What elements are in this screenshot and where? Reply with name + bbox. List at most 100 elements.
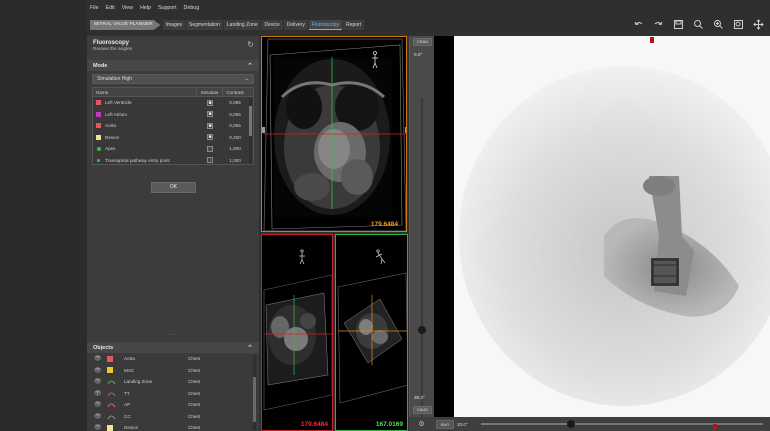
curve-icon xyxy=(107,380,116,385)
row-name-cell: Device xyxy=(93,134,197,140)
object-region: Chest xyxy=(188,379,201,385)
caud-button[interactable]: CAUD xyxy=(413,406,432,414)
angle-controls: CRAN 0.0° 38.3° CAUD xyxy=(409,36,434,431)
row-contrast[interactable]: 1,000 xyxy=(223,158,247,163)
row-name: Aorta xyxy=(105,123,116,129)
tab-fluoroscopy[interactable]: Fluoroscopy xyxy=(308,20,343,30)
visibility-eye-icon[interactable]: 👁 xyxy=(94,378,104,385)
fluoroscopy-image[interactable] xyxy=(454,36,770,417)
table-row[interactable]: Apex 1,000 xyxy=(93,143,253,155)
table-row[interactable]: Device ■ 0,250 xyxy=(93,132,253,144)
zoom-fit-icon[interactable] xyxy=(733,19,744,30)
panel-title: Fluoroscopy xyxy=(93,40,130,46)
fluoro-bottom-bar: ⚙ RAO 33.0° xyxy=(409,417,770,431)
objects-section-header[interactable]: Objects ⌃ xyxy=(87,342,259,353)
simulate-checkbox[interactable]: ■ xyxy=(207,99,213,106)
menu-help[interactable]: Help xyxy=(140,5,151,11)
table-row[interactable]: Left Ventricle ■ 0,065 xyxy=(93,97,253,109)
workflow-bar: MITRAL VALVE PLANNER Images Segmentation… xyxy=(87,16,770,34)
list-item[interactable]: 👁 MAC Chest xyxy=(87,365,259,377)
zoom-icon[interactable] xyxy=(693,19,704,30)
slider-handle[interactable] xyxy=(567,420,575,428)
rotation-slider[interactable] xyxy=(477,417,767,431)
scrollbar-thumb[interactable] xyxy=(249,106,252,136)
list-item[interactable]: 👁 Device Chest xyxy=(87,422,259,431)
menu-view[interactable]: View xyxy=(122,5,133,11)
tab-images[interactable]: Images xyxy=(162,20,186,30)
collapse-icon[interactable]: ⌃ xyxy=(247,62,253,70)
visibility-eye-icon[interactable]: 👁 xyxy=(94,367,104,374)
mode-dropdown[interactable]: Simulation High ⌄ xyxy=(92,74,254,84)
scrollbar-thumb[interactable] xyxy=(253,377,256,422)
angle-slider-track[interactable] xyxy=(421,98,423,418)
mode-section-label: Mode xyxy=(93,62,108,69)
slider-track[interactable] xyxy=(481,423,763,425)
tab-device[interactable]: Device xyxy=(261,20,283,30)
undo-icon[interactable] xyxy=(633,19,644,30)
panel-subtitle: Review the angles xyxy=(93,47,133,52)
row-contrast[interactable]: 0,065 xyxy=(223,112,247,117)
collapse-icon[interactable]: ⌃ xyxy=(247,344,253,352)
simulate-checkbox[interactable] xyxy=(207,145,213,152)
row-name-cell: Left Ventricle xyxy=(93,100,197,106)
object-color xyxy=(107,390,121,397)
ct-viewport-top[interactable]: 179.6484 xyxy=(261,36,407,232)
tab-landing-zone[interactable]: Landing Zone xyxy=(223,20,261,30)
row-contrast[interactable]: 0,065 xyxy=(223,123,247,128)
simulate-checkbox[interactable]: ■ xyxy=(207,134,213,141)
menu-edit[interactable]: Edit xyxy=(106,5,115,11)
redo-icon[interactable] xyxy=(653,19,664,30)
list-item[interactable]: 👁 AP Chest xyxy=(87,399,259,411)
panel-splitter[interactable]: ..... xyxy=(87,332,259,337)
rao-button[interactable]: RAO xyxy=(436,419,454,429)
list-item[interactable]: 👁 TT Chest xyxy=(87,388,259,400)
mode-section-header[interactable]: Mode ⌃ xyxy=(87,60,259,71)
fluoroscopy-panel: Fluoroscopy Review the angles ↻ Mode ⌃ S… xyxy=(87,36,259,431)
move-icon[interactable] xyxy=(753,19,764,30)
table-row[interactable]: Left Atrium ■ 0,065 xyxy=(93,109,253,121)
tab-delivery[interactable]: Delivery xyxy=(283,20,308,30)
simulate-checkbox[interactable]: ■ xyxy=(207,122,213,129)
ct-slice-image xyxy=(263,249,332,411)
menu-support[interactable]: Support xyxy=(158,5,177,11)
list-item[interactable]: 👁 CC Chest xyxy=(87,411,259,423)
ct-viewport-bottom-right[interactable]: 167.0169 xyxy=(335,234,408,431)
objects-scrollbar[interactable] xyxy=(253,355,256,430)
angle-slider-handle[interactable] xyxy=(418,326,426,334)
row-contrast[interactable]: 0,065 xyxy=(223,100,247,105)
object-name: TT xyxy=(124,390,130,396)
object-region: Chest xyxy=(188,425,201,431)
visibility-eye-icon[interactable]: 👁 xyxy=(94,355,104,362)
list-item[interactable]: 👁 Aorta Chest xyxy=(87,353,259,365)
simulate-checkbox[interactable]: ■ xyxy=(207,111,213,118)
ct-viewport-bottom-left[interactable]: 179.6484 xyxy=(261,234,333,431)
column-name[interactable]: Name xyxy=(93,88,197,96)
visibility-eye-icon[interactable]: 👁 xyxy=(94,413,104,420)
simulate-checkbox[interactable] xyxy=(207,157,213,164)
column-contrast[interactable]: Contrast xyxy=(223,88,247,96)
tab-report[interactable]: Report xyxy=(343,20,365,30)
column-simulate[interactable]: Simulate xyxy=(197,88,223,96)
menu-debug[interactable]: Debug xyxy=(184,5,200,11)
tab-segmentation[interactable]: Segmentation xyxy=(186,20,223,30)
settings-icon[interactable]: ⚙ xyxy=(409,417,434,431)
list-item[interactable]: 👁 Landing Zone Chest xyxy=(87,376,259,388)
visibility-eye-icon[interactable]: 👁 xyxy=(94,424,104,431)
zoom-in-icon[interactable] xyxy=(713,19,724,30)
point-marker-icon xyxy=(96,158,101,162)
row-contrast[interactable]: 1,000 xyxy=(223,146,247,151)
simulation-table: Name Simulate Contrast Left Ventricle ■ … xyxy=(92,87,254,165)
visibility-eye-icon[interactable]: 👁 xyxy=(94,401,104,408)
object-name: MAC xyxy=(124,367,135,373)
table-row[interactable]: Transapical pathway entry point 1,000 xyxy=(93,155,253,167)
row-name-cell: Apex xyxy=(93,146,197,151)
save-icon[interactable] xyxy=(673,19,684,30)
row-contrast[interactable]: 0,250 xyxy=(223,135,247,140)
refresh-icon[interactable]: ↻ xyxy=(247,40,254,49)
table-scrollbar[interactable] xyxy=(249,98,252,164)
table-row[interactable]: Aorta ■ 0,065 xyxy=(93,120,253,132)
cran-button[interactable]: CRAN xyxy=(413,38,432,46)
visibility-eye-icon[interactable]: 👁 xyxy=(94,390,104,397)
menu-file[interactable]: File xyxy=(90,5,99,11)
ok-button[interactable]: OK xyxy=(151,182,196,193)
